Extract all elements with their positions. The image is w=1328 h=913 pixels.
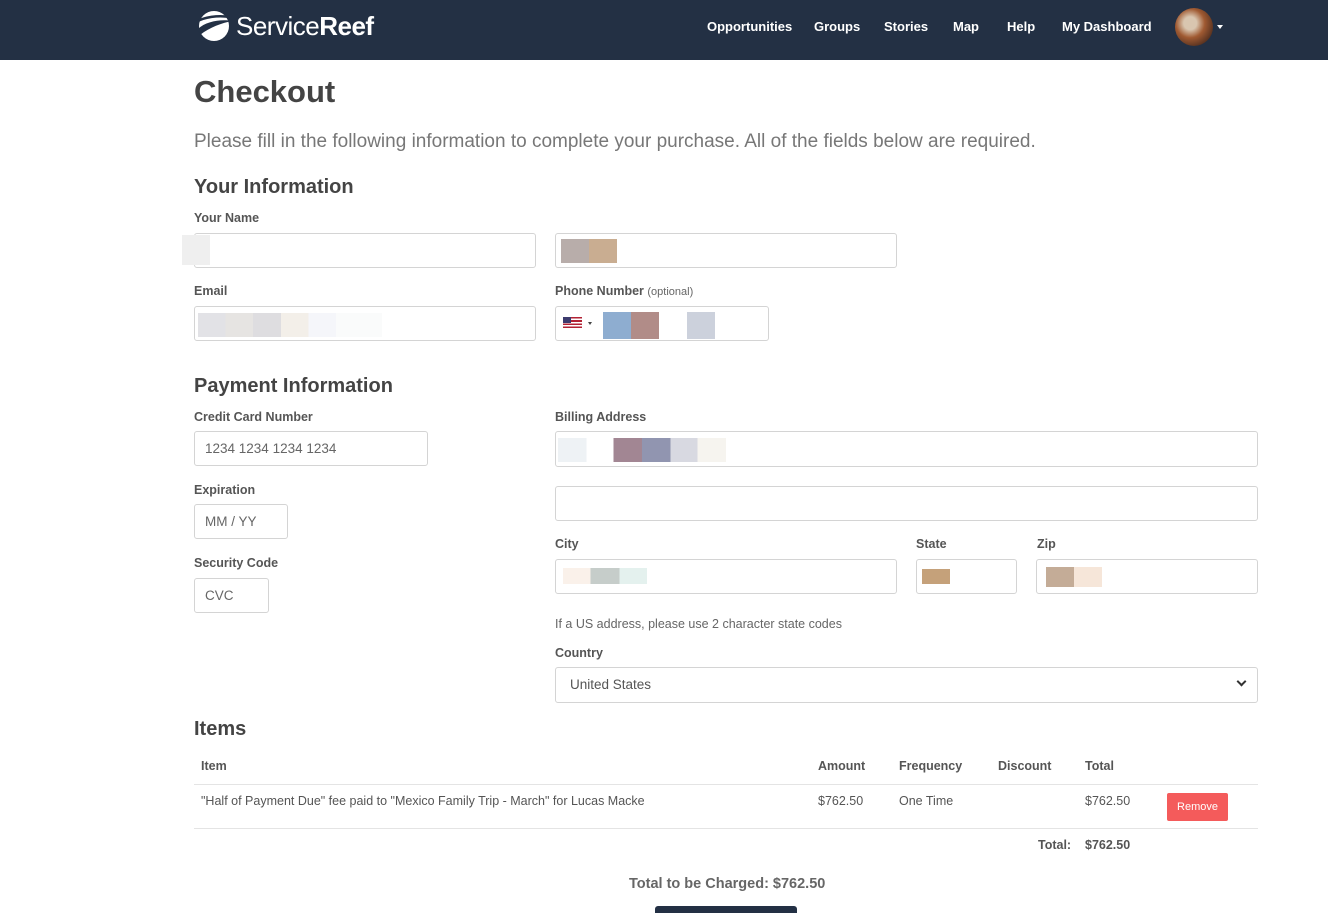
expiration-label: Expiration — [194, 483, 256, 497]
col-frequency-header: Frequency — [899, 759, 963, 773]
servicereef-logo[interactable]: ServiceReef — [194, 8, 374, 44]
security-code-input[interactable] — [194, 578, 269, 613]
nav-stories[interactable]: Stories — [884, 19, 928, 34]
logo-swirl-icon — [195, 11, 232, 41]
total-value: $762.50 — [1085, 838, 1131, 852]
item-frequency: One Time — [899, 794, 954, 808]
credit-card-label: Credit Card Number — [194, 410, 313, 424]
items-heading: Items — [194, 718, 247, 740]
country-label: Country — [555, 646, 603, 660]
state-label: State — [916, 537, 947, 551]
nav-groups[interactable]: Groups — [814, 19, 860, 34]
nav-my-dashboard[interactable]: My Dashboard — [1062, 19, 1152, 34]
security-code-label: Security Code — [194, 556, 279, 570]
top-navbar: ServiceReef Opportunities Groups Stories… — [0, 0, 1328, 60]
page-lead: Please fill in the following information… — [194, 131, 1036, 152]
user-menu-caret-icon[interactable] — [1217, 25, 1223, 29]
remove-item-button[interactable]: Remove — [1167, 793, 1228, 821]
user-avatar[interactable] — [1175, 8, 1213, 46]
item-total: $762.50 — [1085, 794, 1131, 808]
state-code-help-text: If a US address, please use 2 character … — [555, 617, 842, 631]
redacted-state — [922, 569, 950, 584]
your-information-heading: Your Information — [194, 176, 354, 198]
chevron-down-icon — [1236, 676, 1247, 687]
total-to-be-charged: Total to be Charged: $762.50 — [629, 876, 826, 892]
city-label: City — [555, 537, 579, 551]
redacted-email — [198, 313, 382, 337]
col-item-header: Item — [201, 759, 227, 773]
submit-payment-button[interactable] — [655, 906, 797, 913]
zip-label: Zip — [1037, 537, 1056, 551]
nav-map[interactable]: Map — [953, 19, 979, 34]
credit-card-input[interactable] — [194, 431, 428, 466]
table-header-divider — [194, 784, 1258, 785]
item-description: "Half of Payment Due" fee paid to "Mexic… — [201, 794, 645, 808]
payment-information-heading: Payment Information — [194, 375, 393, 397]
col-total-header: Total — [1085, 759, 1114, 773]
nav-opportunities[interactable]: Opportunities — [707, 19, 792, 34]
col-amount-header: Amount — [818, 759, 866, 773]
redacted-phone-2 — [687, 312, 715, 339]
phone-label: Phone Number (optional) — [555, 284, 694, 298]
country-select[interactable]: United States — [555, 667, 1258, 703]
redacted-city — [563, 568, 647, 584]
page-title: Checkout — [194, 74, 336, 109]
country-code-caret-icon[interactable] — [588, 322, 592, 325]
us-flag-icon[interactable] — [563, 317, 582, 328]
col-discount-header: Discount — [998, 759, 1052, 773]
nav-help[interactable]: Help — [1007, 19, 1035, 34]
redacted-phone-1 — [603, 312, 659, 339]
item-amount: $762.50 — [818, 794, 864, 808]
your-name-label: Your Name — [194, 211, 260, 225]
redacted-zip — [1046, 567, 1102, 587]
expiration-input[interactable] — [194, 504, 288, 539]
billing-address-line2-input[interactable] — [555, 486, 1258, 521]
email-label: Email — [194, 284, 228, 298]
redacted-last-name — [561, 239, 617, 263]
first-name-input[interactable] — [194, 233, 536, 268]
redacted-billing-address — [558, 438, 726, 462]
total-label: Total: — [1038, 838, 1072, 852]
billing-address-label: Billing Address — [555, 410, 647, 424]
table-row-divider — [194, 828, 1258, 829]
redacted-first-name — [182, 235, 210, 265]
